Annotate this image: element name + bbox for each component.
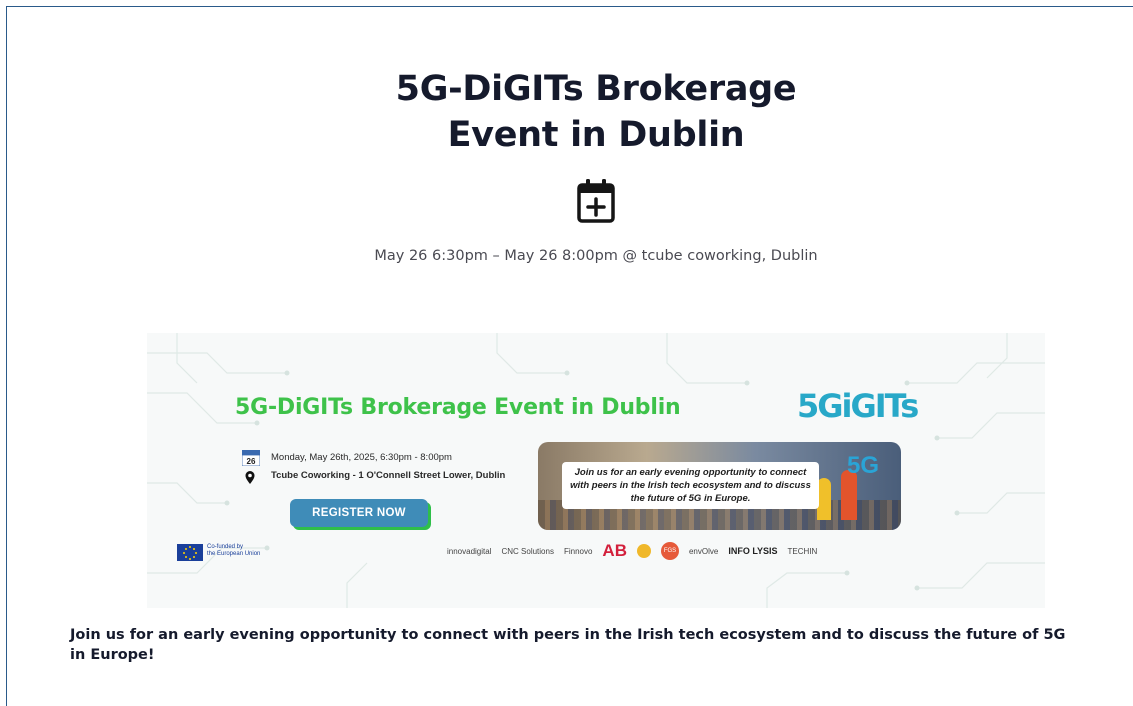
location-pin-icon [245,471,255,484]
event-banner-image: 5G-DiGITs Brokerage Event in Dublin 5GiG… [147,333,1045,608]
partner-logo: CNC Solutions [501,546,554,556]
partner-logo: Finnovo [563,546,593,556]
logo-text: 5GiGITs [797,387,919,425]
banner-photo: 5G Join us for an early evening opportun… [538,442,901,530]
photo-caption: Join us for an early evening opportunity… [562,462,819,509]
partner-logo: TECHIN [787,546,818,556]
partner-logo: innovadigital [447,546,492,556]
partner-logos: innovadigital CNC Solutions Finnovo AB F… [447,538,927,564]
partner-logo: envOlve [688,546,719,556]
date-icon-day: 26 [247,457,256,466]
date-icon: 26 [242,450,260,466]
calendar-plus-icon[interactable] [576,178,616,224]
partner-logo: AB [602,541,627,560]
event-title-line1: 5G-DiGITs Brokerage [395,69,797,109]
eu-flag-icon [177,544,203,561]
banner-location: Tcube Coworking - 1 O'Connell Street Low… [271,470,506,481]
event-title-line2: Event in Dublin [447,115,745,155]
eu-cofunded-text: Co-funded by the European Union [207,544,260,558]
partner-logo: FGS [660,542,679,560]
event-datetime-location: May 26 6:30pm – May 26 8:00pm @ tcube co… [374,248,818,264]
partner-logo-sun-icon [636,544,651,558]
partner-logo: INFO LYSIS [728,545,778,556]
event-description: Join us for an early evening opportunity… [70,627,1066,663]
5gdigits-logo: 5GiGITs [797,387,919,425]
register-now-button[interactable]: REGISTER NOW [290,499,428,527]
photo-5g-badge: 5G [846,452,879,479]
banner-title: 5G-DiGITs Brokerage Event in Dublin [235,395,681,420]
event-title: 5G-DiGITs Brokerage Event in Dublin [0,66,1133,158]
photo-person [817,478,831,520]
eu-text-line1: Co-funded by [207,544,244,550]
eu-text-line2: the European Union [207,551,261,557]
banner-date: Monday, May 26th, 2025, 6:30pm - 8:00pm [271,452,452,463]
